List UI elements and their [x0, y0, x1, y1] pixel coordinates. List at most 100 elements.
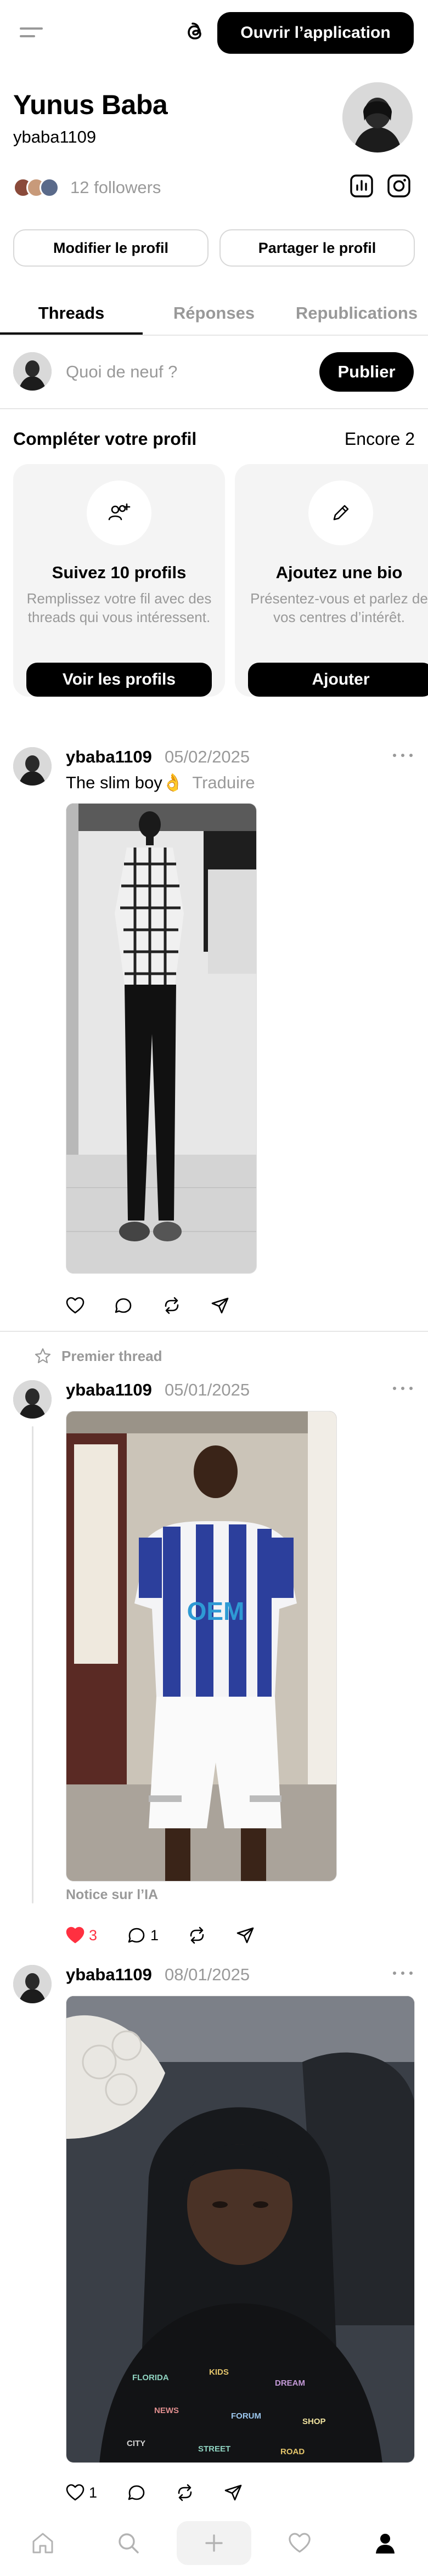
post-image[interactable]: FLORIDA KIDS DREAM NEWS FORUM SHOP CITY …	[66, 1996, 415, 2463]
post-image[interactable]: OEM	[66, 1411, 337, 1882]
insights-icon[interactable]	[349, 173, 374, 199]
repost-button[interactable]	[174, 2482, 195, 2504]
pinned-row: Premier thread	[34, 1345, 162, 1367]
publish-button[interactable]: Publier	[319, 352, 414, 392]
person-icon	[376, 2534, 395, 2554]
like-button[interactable]: 1	[65, 2482, 97, 2504]
menu-icon[interactable]	[20, 26, 47, 38]
edit-profile-button[interactable]: Modifier le profil	[13, 229, 209, 267]
card-description: Présentez-vous et parlez de vos centres …	[250, 590, 428, 625]
share-profile-button[interactable]: Partager le profil	[219, 229, 415, 267]
heart-icon	[66, 1297, 85, 1314]
nav-search[interactable]	[86, 2510, 171, 2576]
follower-avatars	[13, 178, 63, 197]
send-icon	[211, 1297, 229, 1314]
share-button[interactable]	[235, 1924, 256, 1946]
post-username[interactable]: ybaba1109	[66, 1380, 152, 1400]
comment-icon	[115, 1298, 132, 1313]
followers-count: 12 followers	[70, 178, 161, 197]
add-bio-button[interactable]: Ajouter	[248, 663, 428, 697]
profile-handle: ybaba1109	[13, 127, 97, 146]
reply-button[interactable]	[126, 2482, 147, 2504]
post-text: The slim boy👌	[66, 773, 184, 792]
complete-profile-remaining: Encore 2	[344, 429, 415, 449]
like-button[interactable]: 3	[65, 1924, 97, 1946]
nav-profile[interactable]	[342, 2510, 428, 2576]
svg-text:FLORIDA: FLORIDA	[132, 2373, 169, 2382]
tab-threads[interactable]: Threads	[0, 291, 143, 336]
reply-button[interactable]: 1	[126, 1924, 159, 1946]
like-button[interactable]	[65, 1295, 86, 1317]
card-description: Remplissez votre fil avec des threads qu…	[26, 590, 212, 625]
profile-avatar[interactable]	[342, 82, 413, 152]
svg-text:ROAD: ROAD	[280, 2447, 305, 2456]
repost-icon	[165, 1297, 179, 1314]
post-image[interactable]	[66, 803, 257, 1274]
add-people-icon	[87, 481, 151, 545]
suggestion-card-follow: Suivez 10 profils Remplissez votre fil a…	[13, 464, 225, 697]
svg-text:KIDS: KIDS	[209, 2368, 229, 2377]
svg-text:CITY: CITY	[127, 2439, 145, 2448]
comment-icon	[128, 1928, 145, 1943]
ai-notice-label[interactable]: Notice sur l’IA	[66, 1887, 158, 1903]
like-count: 3	[89, 1927, 98, 1944]
post-date: 05/02/2025	[165, 747, 250, 766]
send-icon	[224, 2484, 242, 2501]
tab-replies[interactable]: Réponses	[143, 291, 285, 336]
profile-tabs: Threads Réponses Republications	[0, 291, 428, 336]
nav-create[interactable]	[171, 2510, 257, 2576]
thread-line	[32, 1426, 33, 1903]
avatar	[13, 352, 52, 391]
share-button[interactable]	[210, 1295, 230, 1317]
suggestion-card-bio: Ajoutez une bio Présentez-vous et parlez…	[235, 464, 428, 697]
repost-button[interactable]	[187, 1924, 207, 1946]
repost-button[interactable]	[161, 1295, 182, 1317]
profile-name: Yunus Baba	[13, 89, 168, 120]
card-title: Suivez 10 profils	[52, 563, 187, 582]
svg-text:OEM: OEM	[187, 1597, 245, 1625]
share-button[interactable]	[223, 2482, 244, 2504]
plus-icon	[177, 2521, 251, 2565]
post-text-row: The slim boy👌 Traduire	[66, 772, 255, 793]
like-count: 1	[89, 2484, 98, 2501]
followers-row[interactable]: 12 followers	[13, 177, 161, 199]
card-title: Ajoutez une bio	[275, 563, 403, 582]
star-icon	[35, 1348, 51, 1364]
more-options-icon[interactable]	[391, 1967, 415, 1978]
svg-text:SHOP: SHOP	[302, 2417, 326, 2426]
composer: Quoi de neuf ? Publier	[0, 336, 428, 409]
repost-icon	[190, 1927, 204, 1944]
svg-text:FORUM: FORUM	[231, 2411, 261, 2421]
tab-reposts[interactable]: Republications	[285, 291, 428, 336]
divider	[0, 1331, 428, 1332]
pinned-label: Premier thread	[61, 1347, 162, 1364]
more-options-icon[interactable]	[391, 1382, 415, 1393]
more-options-icon[interactable]	[391, 749, 415, 760]
avatar[interactable]	[13, 1380, 52, 1419]
composer-input[interactable]: Quoi de neuf ?	[66, 362, 177, 382]
open-app-button[interactable]: Ouvrir l’application	[217, 12, 414, 54]
svg-text:NEWS: NEWS	[154, 2406, 179, 2415]
top-bar: Ouvrir l’application	[0, 0, 428, 66]
active-tab-indicator	[0, 332, 143, 335]
heart-icon	[289, 2533, 311, 2553]
reply-count: 1	[150, 1927, 159, 1944]
svg-text:DREAM: DREAM	[275, 2379, 305, 2388]
instagram-icon[interactable]	[386, 173, 412, 199]
post-date: 05/01/2025	[165, 1380, 250, 1399]
avatar[interactable]	[13, 1965, 52, 2003]
post-username[interactable]: ybaba1109	[66, 747, 152, 767]
post-actions: 1	[65, 2482, 284, 2504]
comment-icon	[128, 2485, 145, 2500]
heart-icon	[66, 2484, 85, 2501]
nav-activity[interactable]	[257, 2510, 342, 2576]
heart-filled-icon	[66, 1927, 85, 1944]
nav-home[interactable]	[0, 2510, 86, 2576]
bottom-nav	[0, 2510, 428, 2576]
post-username[interactable]: ybaba1109	[66, 1965, 152, 1985]
avatar[interactable]	[13, 747, 52, 786]
translate-link[interactable]: Traduire	[192, 773, 255, 792]
threads-logo-icon[interactable]	[181, 19, 209, 46]
reply-button[interactable]	[113, 1295, 134, 1317]
see-profiles-button[interactable]: Voir les profils	[26, 663, 212, 697]
